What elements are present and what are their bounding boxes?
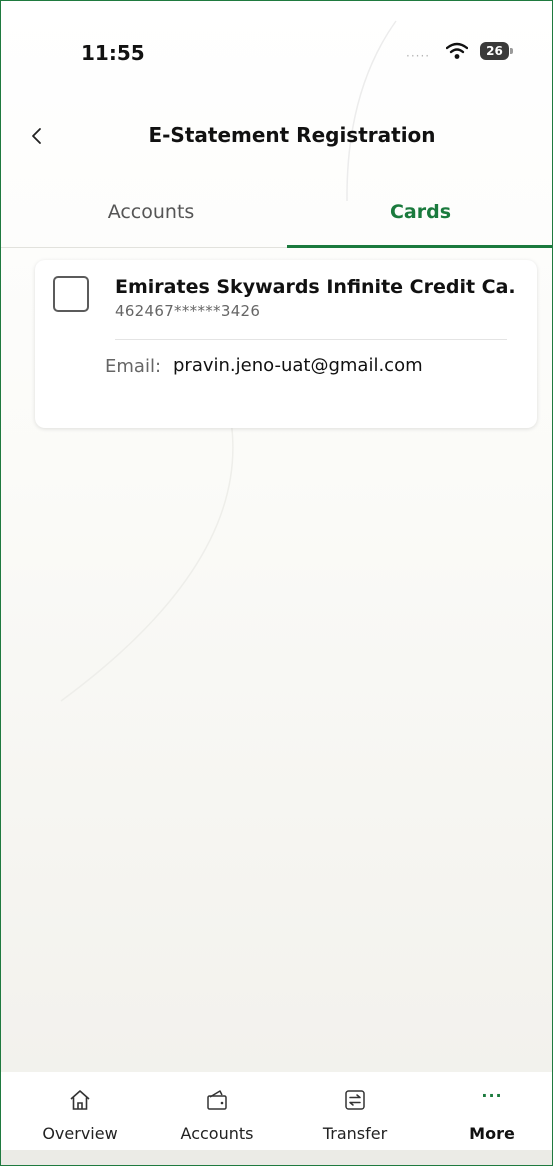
card-list-item[interactable]: Emirates Skywards Infinite Credit Ca... … [35, 260, 537, 428]
nav-transfer[interactable]: Transfer [295, 1072, 415, 1150]
nav-overview[interactable]: Overview [20, 1072, 140, 1150]
email-value: pravin.jeno-uat@gmail.com [173, 355, 423, 376]
tab-accounts[interactable]: Accounts [15, 181, 287, 245]
signal-icon: ····· [406, 49, 431, 63]
home-icon [70, 1090, 90, 1110]
status-bar: 11:55 ····· 26 [1, 1, 552, 101]
transfer-icon [345, 1090, 365, 1110]
battery-tip [510, 48, 513, 54]
nav-overview-label: Overview [42, 1124, 118, 1143]
wallet-icon [207, 1090, 227, 1110]
tab-cards[interactable]: Cards [287, 181, 552, 248]
background-decoration [60, 20, 397, 702]
battery-level: 26 [480, 42, 509, 60]
email-label: Email: [105, 356, 162, 377]
card-checkbox[interactable] [53, 276, 89, 312]
card-name: Emirates Skywards Infinite Credit Ca... [115, 276, 515, 298]
nav-accounts[interactable]: Accounts [157, 1072, 277, 1150]
nav-transfer-label: Transfer [322, 1124, 388, 1143]
tab-bar: Accounts Cards [1, 181, 552, 248]
nav-more[interactable]: ··· More [432, 1072, 552, 1150]
card-divider [115, 339, 507, 340]
home-indicator-area [1, 1150, 552, 1165]
page-title: E-Statement Registration [148, 123, 436, 147]
status-time: 11:55 [81, 41, 145, 65]
nav-more-label: More [469, 1124, 515, 1143]
wifi-icon [446, 42, 468, 59]
more-dots-icon: ··· [481, 1086, 503, 1105]
app-screen: 11:55 ····· 26 E-Statement Registration … [0, 0, 553, 1166]
bottom-nav: Overview Accounts Transfer ··· More [1, 1072, 552, 1150]
card-number: 462467******3426 [115, 302, 261, 320]
header: E-Statement Registration [1, 101, 552, 171]
nav-accounts-label: Accounts [180, 1124, 254, 1143]
battery-icon: 26 [480, 42, 513, 60]
